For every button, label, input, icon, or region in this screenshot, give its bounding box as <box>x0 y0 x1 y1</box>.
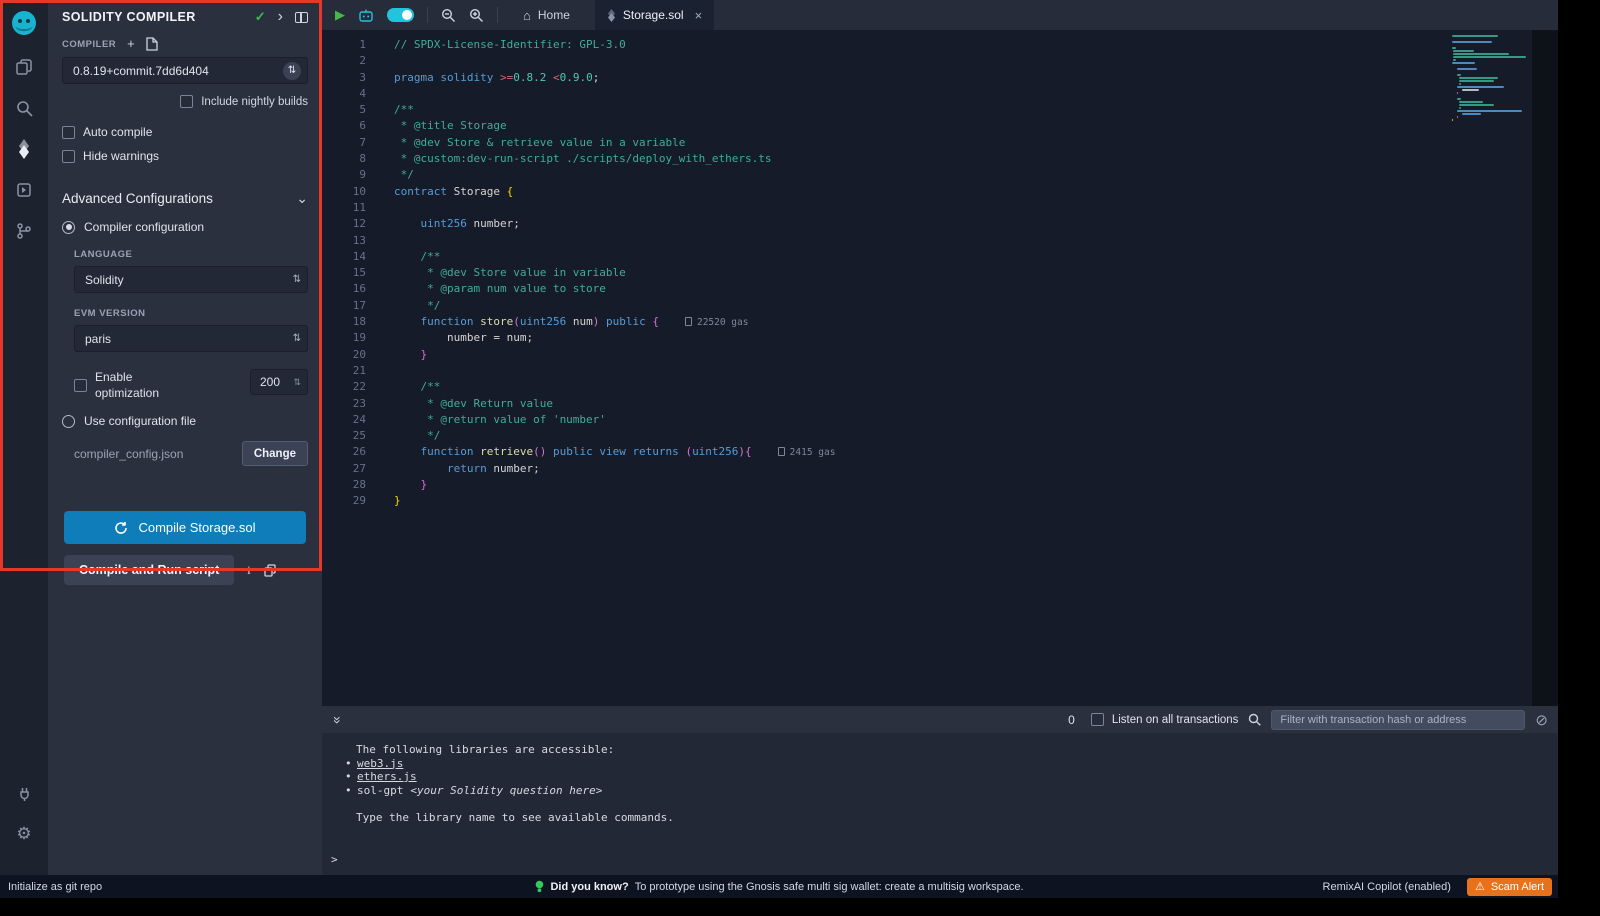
file-explorer-icon[interactable] <box>10 53 38 81</box>
evm-version-select[interactable]: paris ⇅ <box>74 325 308 352</box>
info-icon[interactable]: i <box>247 563 250 578</box>
optimization-runs-input[interactable]: 200 ⇅ <box>250 369 308 395</box>
chevron-right-icon[interactable]: › <box>278 12 283 22</box>
compiler-configuration-radio[interactable]: Compiler configuration <box>62 220 308 234</box>
code-editor[interactable]: 1234567891011121314151617181920212223242… <box>322 30 1558 706</box>
transaction-filter-input[interactable] <box>1271 710 1525 730</box>
hide-warnings-checkbox[interactable]: Hide warnings <box>62 149 308 163</box>
search-icon[interactable] <box>10 94 38 122</box>
terminal-libs: •web3.js•ethers.js <box>322 757 1558 784</box>
git-icon[interactable] <box>10 217 38 245</box>
compile-run-button[interactable]: Compile and Run script <box>64 555 234 585</box>
pin-panel-icon[interactable] <box>295 12 308 23</box>
solidity-compiler-icon[interactable] <box>10 135 38 163</box>
select-arrows-icon: ⇅ <box>283 62 301 80</box>
checkbox-box <box>62 126 75 139</box>
tip-lightbulb-icon <box>534 880 544 893</box>
editor-toolbar: ▶ ⌂ Home Storage.sol × <box>322 0 1558 30</box>
terminal-help-line: Type the library name to see available c… <box>322 811 1558 825</box>
panel-title: SOLIDITY COMPILER <box>62 10 255 24</box>
zoom-out-icon[interactable] <box>441 8 456 23</box>
config-file-name[interactable]: compiler_config.json <box>74 447 183 461</box>
terminal-lib-line: •ethers.js <box>322 770 1558 784</box>
radio-button <box>62 415 75 428</box>
copilot-status[interactable]: RemixAI Copilot (enabled) <box>1323 881 1451 893</box>
scam-alert-badge[interactable]: ⚠ Scam Alert <box>1467 878 1552 896</box>
transaction-count: 0 <box>1068 713 1075 727</box>
refresh-icon <box>114 521 128 535</box>
compiler-version-select[interactable]: 0.8.19+commit.7dd6d404 ⇅ <box>62 57 308 84</box>
pending-transactions-icon[interactable]: ⊘ <box>1535 711 1548 729</box>
gas-icon <box>778 447 785 456</box>
minimap[interactable] <box>1448 35 1532 122</box>
code-lines: // SPDX-License-Identifier: GPL-3.0pragm… <box>375 30 835 706</box>
home-icon: ⌂ <box>523 8 531 23</box>
remix-logo-icon[interactable] <box>9 8 39 38</box>
enable-optimization-checkbox[interactable]: Enable optimization <box>74 369 177 401</box>
solidity-file-icon <box>607 9 616 22</box>
listen-transactions-checkbox[interactable]: Listen on all transactions <box>1091 713 1239 726</box>
panel-header: SOLIDITY COMPILER ✓ › <box>48 0 322 27</box>
search-icon[interactable] <box>1248 713 1261 726</box>
bullet-icon: • <box>345 784 357 798</box>
gutter: 1234567891011121314151617181920212223242… <box>322 30 375 706</box>
gas-icon <box>685 317 692 326</box>
run-script-icon[interactable]: ▶ <box>335 7 345 23</box>
copy-icon[interactable] <box>264 564 276 577</box>
icon-sidebar: ⚙ <box>0 0 48 875</box>
terminal-lib-line: •web3.js <box>322 757 1558 771</box>
divider <box>427 7 428 23</box>
checkbox-box <box>1091 713 1104 726</box>
select-arrows-icon: ⇅ <box>293 333 301 344</box>
toggle-knob <box>402 10 412 20</box>
deploy-run-icon[interactable] <box>10 176 38 204</box>
use-configuration-file-radio[interactable]: Use configuration file <box>62 414 308 428</box>
git-init-status[interactable]: Initialize as git repo <box>0 881 102 893</box>
editor-scrollbar[interactable] <box>1532 30 1558 706</box>
compile-button[interactable]: Compile Storage.sol <box>64 511 306 544</box>
terminal-lib-link[interactable]: ethers.js <box>357 770 417 784</box>
chevron-down-icon: ⌄ <box>296 190 308 207</box>
open-compiler-file-icon[interactable] <box>146 37 158 51</box>
settings-icon[interactable]: ⚙ <box>10 820 38 848</box>
warning-icon: ⚠ <box>1475 880 1485 893</box>
zoom-in-icon[interactable] <box>469 8 484 23</box>
divider <box>497 7 498 23</box>
solidity-compiler-panel: SOLIDITY COMPILER ✓ › COMPILER + 0.8.19+… <box>48 0 322 875</box>
checkbox-box <box>74 379 87 392</box>
include-nightly-checkbox[interactable]: Include nightly builds <box>62 95 308 108</box>
plugin-manager-icon[interactable] <box>10 779 38 807</box>
auto-compile-checkbox[interactable]: Auto compile <box>62 125 308 139</box>
copilot-toggle[interactable] <box>387 8 414 22</box>
remix-ide-window: ⚙ SOLIDITY COMPILER ✓ › COMPILER + 0.8.1… <box>0 0 1558 898</box>
advanced-configurations-toggle[interactable]: Advanced Configurations ⌄ <box>62 190 308 207</box>
terminal-prompt[interactable]: > <box>322 853 1558 867</box>
terminal-header: » 0 Listen on all transactions ⊘ <box>322 706 1558 733</box>
select-arrows-icon: ⇅ <box>293 274 301 285</box>
compile-success-icon: ✓ <box>255 9 266 25</box>
evm-version-label: EVM VERSION <box>74 308 308 319</box>
tab-storage-sol[interactable]: Storage.sol × <box>595 0 714 30</box>
close-tab-icon[interactable]: × <box>695 8 703 23</box>
checkbox-box <box>62 150 75 163</box>
radio-button <box>62 221 75 234</box>
terminal-solgpt-line: •sol-gpt<your Solidity question here> <box>322 784 1558 798</box>
terminal[interactable]: The following libraries are accessible: … <box>322 733 1558 875</box>
compiler-section-label: COMPILER <box>62 39 116 50</box>
terminal-intro-line: The following libraries are accessible: <box>322 743 1558 757</box>
tab-home[interactable]: ⌂ Home <box>511 0 582 30</box>
did-you-know-tip: Did you know? To prototype using the Gno… <box>534 880 1023 893</box>
main-area: ▶ ⌂ Home Storage.sol × <box>322 0 1558 875</box>
change-config-button[interactable]: Change <box>242 441 308 466</box>
add-custom-compiler-icon[interactable]: + <box>127 39 135 49</box>
terminal-lib-link[interactable]: web3.js <box>357 757 403 771</box>
language-select[interactable]: Solidity ⇅ <box>74 266 308 293</box>
remix-ai-icon[interactable] <box>358 8 374 23</box>
checkbox-box <box>180 95 193 108</box>
spinner-arrows-icon: ⇅ <box>293 377 301 388</box>
status-bar: Initialize as git repo Did you know? To … <box>0 875 1558 898</box>
scroll-to-bottom-icon[interactable]: » <box>330 716 346 724</box>
language-label: LANGUAGE <box>74 249 308 260</box>
